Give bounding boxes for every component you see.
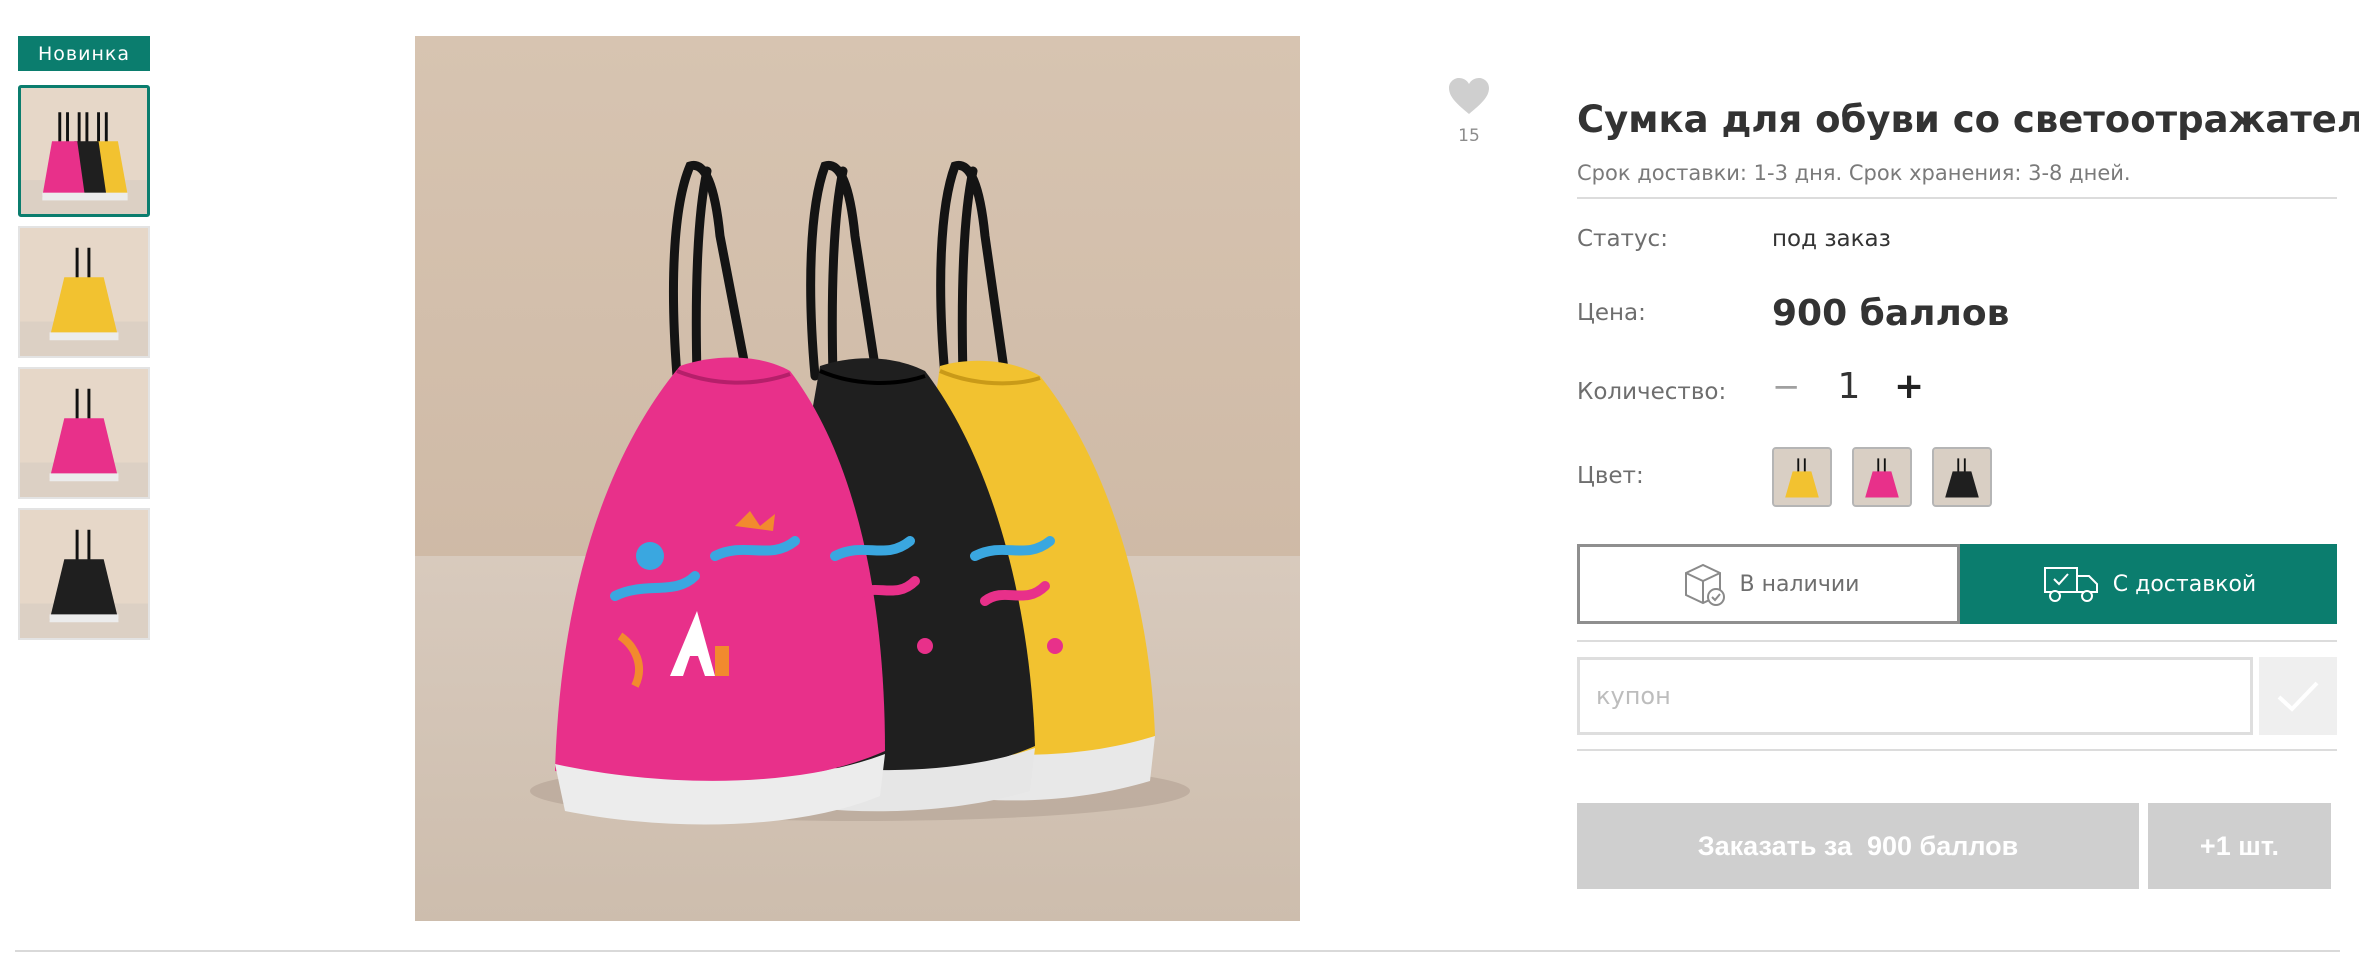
- quantity-decrease-button[interactable]: −: [1772, 367, 1801, 407]
- delivery-terms: Срок доставки: 1-3 дня. Срок хранения: 3…: [1577, 161, 2131, 185]
- divider: [1577, 197, 2337, 199]
- quantity-stepper: − 1 +: [1772, 366, 1924, 407]
- swatch-image: [1774, 449, 1830, 505]
- thumbnail-all-colors[interactable]: [18, 85, 150, 217]
- thumbnail-black[interactable]: [18, 508, 150, 640]
- delivery-toggle: В наличии С доставкой: [1577, 544, 2337, 624]
- bottom-divider: [15, 950, 2340, 952]
- product-title: Сумка для обуви со светоотражателем: [1577, 98, 2359, 141]
- product-photo: [415, 36, 1300, 921]
- delivery-in-stock-label: В наличии: [1739, 571, 1860, 597]
- thumbnail-list: [18, 85, 150, 649]
- order-button[interactable]: Заказать за 900 баллов: [1577, 803, 2139, 889]
- color-swatch-black[interactable]: [1932, 447, 1992, 507]
- swatch-image: [1854, 449, 1910, 505]
- truck-icon: [2043, 567, 2098, 602]
- thumbnail-image: [20, 510, 148, 638]
- price-label: Цена:: [1577, 300, 1646, 326]
- color-label: Цвет:: [1577, 463, 1644, 489]
- heart-icon: [1449, 78, 1489, 114]
- status-value: под заказ: [1772, 226, 1891, 252]
- coupon-input[interactable]: [1577, 657, 2253, 735]
- thumbnail-image: [20, 228, 148, 356]
- color-swatch-yellow[interactable]: [1772, 447, 1832, 507]
- color-options: [1772, 447, 2012, 507]
- delivery-option-in-stock[interactable]: В наличии: [1577, 544, 1960, 624]
- check-icon: [2277, 681, 2319, 712]
- divider: [1577, 749, 2337, 751]
- delivery-option-shipping[interactable]: С доставкой: [1960, 544, 2337, 624]
- new-badge: Новинка: [18, 36, 150, 71]
- thumbnail-pink[interactable]: [18, 367, 150, 499]
- swatch-image: [1934, 449, 1990, 505]
- quantity-value: 1: [1837, 366, 1861, 407]
- delivery-shipping-label: С доставкой: [2112, 571, 2257, 597]
- favorite-button[interactable]: 15: [1447, 76, 1491, 146]
- color-swatch-pink[interactable]: [1852, 447, 1912, 507]
- thumbnail-yellow[interactable]: [18, 226, 150, 358]
- divider: [1577, 640, 2337, 642]
- status-label: Статус:: [1577, 226, 1668, 252]
- quantity-label: Количество:: [1577, 379, 1727, 405]
- price-value: 900 баллов: [1772, 293, 2010, 334]
- product-main-image[interactable]: [415, 36, 1300, 921]
- thumbnail-image: [21, 88, 147, 214]
- box-check-icon: [1684, 563, 1725, 606]
- thumbnail-image: [20, 369, 148, 497]
- favorite-count: 15: [1458, 126, 1480, 146]
- quantity-increase-button[interactable]: +: [1894, 366, 1924, 407]
- add-one-button[interactable]: +1 шт.: [2148, 803, 2331, 889]
- coupon-apply-button[interactable]: [2259, 657, 2337, 735]
